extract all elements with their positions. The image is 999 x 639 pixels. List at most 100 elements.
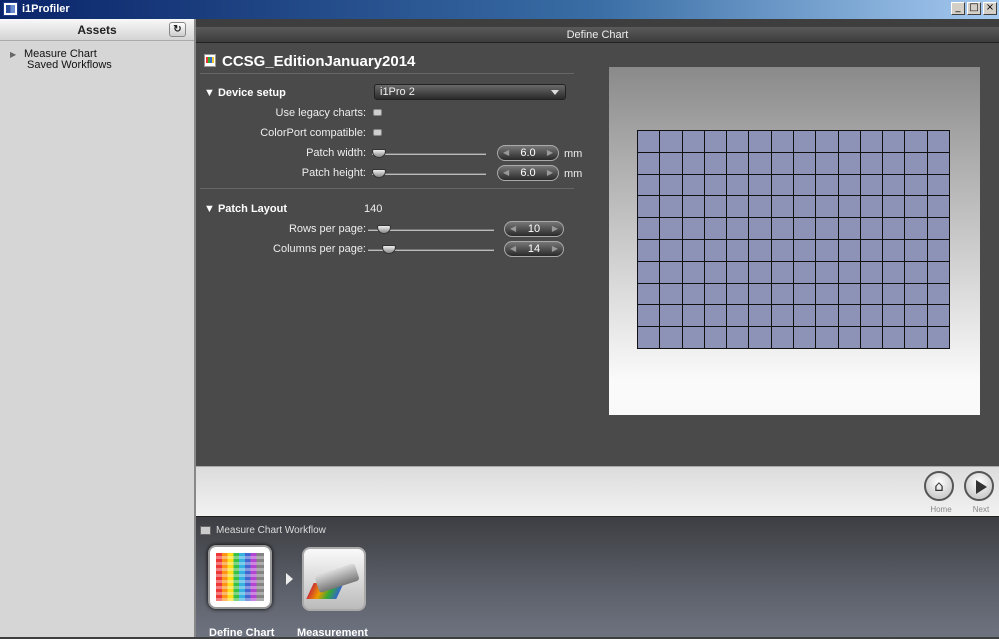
slider-thumb[interactable]	[372, 169, 386, 178]
patch-cell	[794, 218, 816, 239]
patch-cell	[771, 152, 793, 174]
patch-count: 140	[364, 203, 383, 215]
home-label: Home	[930, 505, 952, 514]
patch-cell	[771, 131, 793, 152]
patch-cell	[771, 174, 793, 196]
patch-cell	[794, 174, 816, 196]
patch-cell	[727, 131, 749, 152]
increment-icon[interactable]: ▶	[552, 222, 558, 236]
increment-icon[interactable]: ▶	[547, 146, 553, 160]
legacy-charts-checkbox[interactable]	[373, 109, 382, 116]
app-icon	[3, 2, 18, 16]
color-chart-icon	[216, 553, 264, 601]
patch-width-slider[interactable]	[372, 149, 486, 158]
divider	[200, 73, 574, 74]
patch-height-stepper[interactable]: ◀ 6.0 ▶	[497, 165, 559, 181]
patch-height-value: 6.0	[520, 167, 536, 179]
patch-cell	[883, 327, 905, 348]
patch-cell	[905, 239, 927, 261]
patch-cell	[883, 196, 905, 218]
workflow-icon	[200, 526, 211, 535]
patch-cell	[794, 305, 816, 327]
patch-layout-heading[interactable]: ▼ Patch Layout	[204, 203, 287, 215]
expand-arrow-icon[interactable]: ▶	[10, 49, 20, 60]
patch-cell	[660, 327, 682, 348]
refresh-button[interactable]: ↻	[169, 22, 186, 37]
patch-cell	[638, 239, 660, 261]
tree-item-saved-workflows[interactable]: Saved Workflows	[10, 60, 194, 71]
patch-width-value: 6.0	[520, 147, 536, 159]
define-chart-step-label: Define Chart	[209, 627, 275, 639]
patch-height-slider[interactable]	[372, 169, 486, 178]
workflow-title: Measure Chart Workflow	[216, 525, 326, 536]
minimize-button[interactable]: _	[951, 2, 965, 15]
patch-cell	[660, 261, 682, 283]
patch-cell	[905, 261, 927, 283]
home-icon: ⌂	[934, 477, 944, 495]
decrement-icon[interactable]: ◀	[510, 242, 516, 256]
slider-thumb[interactable]	[377, 225, 391, 234]
measurement-step[interactable]	[302, 547, 366, 611]
chart-title: CCSG_EditionJanuary2014	[222, 53, 416, 70]
patch-cell	[927, 261, 949, 283]
patch-cell	[860, 218, 883, 239]
patch-cell	[660, 196, 682, 218]
patch-cell	[682, 327, 704, 348]
patch-cell	[749, 261, 771, 283]
patch-cell	[816, 218, 838, 239]
patch-cell	[860, 239, 883, 261]
patch-cell	[727, 261, 749, 283]
patch-cell	[727, 239, 749, 261]
decrement-icon[interactable]: ◀	[503, 166, 509, 180]
decrement-icon[interactable]: ◀	[503, 146, 509, 160]
patch-cell	[860, 305, 883, 327]
patch-cell	[660, 131, 682, 152]
patch-cell	[838, 196, 860, 218]
device-setup-heading[interactable]: ▼ Device setup	[204, 87, 286, 99]
columns-slider[interactable]	[368, 245, 494, 254]
patch-cell	[771, 327, 793, 348]
patch-cell	[682, 261, 704, 283]
patch-cell	[704, 174, 727, 196]
patch-width-stepper[interactable]: ◀ 6.0 ▶	[497, 145, 559, 161]
patch-cell	[660, 305, 682, 327]
patch-cell	[860, 152, 883, 174]
colorport-checkbox[interactable]	[373, 129, 382, 136]
patch-cell	[883, 305, 905, 327]
patch-cell	[704, 131, 727, 152]
columns-stepper[interactable]: ◀ 14 ▶	[504, 241, 564, 257]
rows-slider[interactable]	[368, 225, 494, 234]
patch-cell	[727, 283, 749, 305]
patch-cell	[704, 283, 727, 305]
patch-cell	[638, 283, 660, 305]
define-chart-step[interactable]	[208, 545, 272, 609]
increment-icon[interactable]: ▶	[552, 242, 558, 256]
step-arrow-icon	[286, 573, 293, 585]
patch-cell	[749, 131, 771, 152]
patch-cell	[704, 239, 727, 261]
patch-cell	[905, 174, 927, 196]
patch-cell	[749, 239, 771, 261]
slider-thumb[interactable]	[372, 149, 386, 158]
slider-thumb[interactable]	[382, 245, 396, 254]
patch-cell	[927, 196, 949, 218]
patch-cell	[883, 261, 905, 283]
patch-cell	[638, 218, 660, 239]
decrement-icon[interactable]: ◀	[510, 222, 516, 236]
device-select[interactable]: i1Pro 2	[374, 84, 566, 100]
patch-cell	[638, 305, 660, 327]
patch-height-label: Patch height:	[301, 167, 366, 179]
patch-cell	[883, 131, 905, 152]
rows-stepper[interactable]: ◀ 10 ▶	[504, 221, 564, 237]
patch-cell	[682, 131, 704, 152]
patch-cell	[883, 152, 905, 174]
next-button[interactable]	[964, 471, 994, 501]
patch-cell	[794, 131, 816, 152]
home-button[interactable]: ⌂	[924, 471, 954, 501]
patch-cell	[927, 283, 949, 305]
close-button[interactable]: ×	[983, 2, 997, 15]
columns-label: Columns per page:	[273, 243, 366, 255]
maximize-button[interactable]: □	[967, 2, 981, 15]
main-panel: CCSG_EditionJanuary2014 ▼ Device setup i…	[196, 43, 999, 466]
increment-icon[interactable]: ▶	[547, 166, 553, 180]
